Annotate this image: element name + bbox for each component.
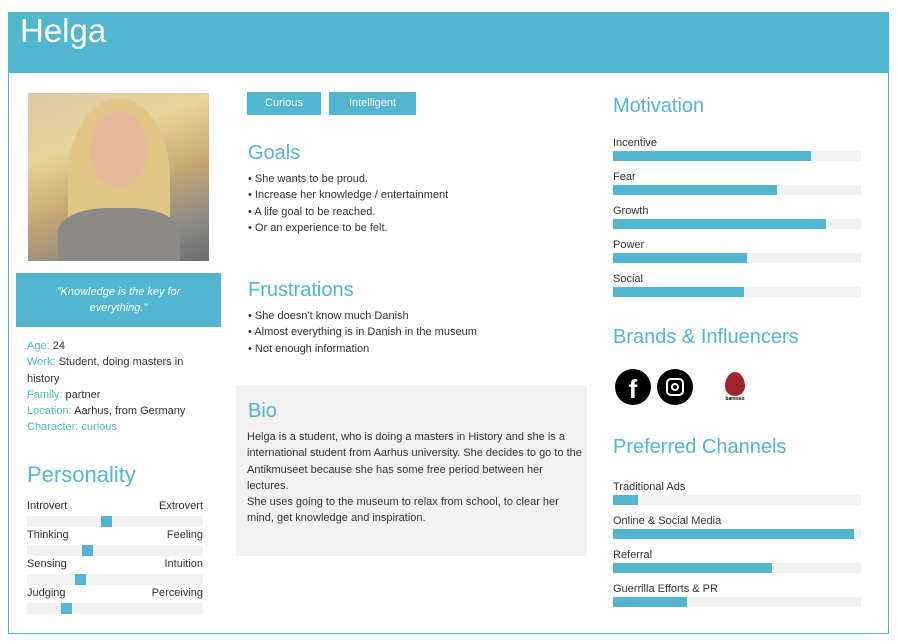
- goals-title: Goals: [248, 142, 301, 164]
- motivation-bar: Incentive: [613, 137, 861, 161]
- bar-fill: [613, 185, 777, 195]
- bar-track: [613, 597, 861, 607]
- facebook-icon: f: [615, 369, 651, 405]
- fact-character: Character: curious: [27, 421, 117, 434]
- frustration-item: Almost everything is in Danish in the mu…: [248, 324, 477, 340]
- frustration-item: Not enough information: [248, 341, 477, 357]
- channels-bar: Referral: [613, 549, 861, 573]
- instagram-icon: [657, 369, 693, 405]
- bar-fill: [613, 563, 772, 573]
- bar-track: [613, 253, 861, 263]
- bar-fill: [613, 495, 638, 505]
- goals-list: She wants to be proud. Increase her know…: [248, 171, 448, 236]
- tag-intelligent: Intelligent: [329, 92, 416, 115]
- persona-quote: "Knowledge is the key for everything.": [16, 273, 221, 327]
- bar-label: Referral: [613, 549, 653, 561]
- bar-track: [613, 185, 861, 195]
- trait-left-label: Thinking: [27, 529, 69, 541]
- motivation-bar: Fear: [613, 171, 861, 195]
- fact-work: Work: Student, doing masters in history: [27, 356, 184, 385]
- trait-marker: [60, 603, 72, 614]
- motivation-bar: Growth: [613, 205, 861, 229]
- trait-left-label: Judging: [27, 587, 66, 599]
- trait-left-label: Introvert: [27, 500, 68, 512]
- trait-marker: [101, 516, 113, 527]
- trait-marker: [81, 545, 93, 556]
- bar-fill: [613, 529, 854, 539]
- baresso-logo: baresso: [718, 372, 752, 410]
- bar-label: Traditional Ads: [613, 481, 686, 493]
- frustration-item: She doesn't know much Danish: [248, 308, 477, 324]
- trait-track: [27, 603, 203, 614]
- trait-right-label: Extrovert: [158, 500, 203, 512]
- bar-label: Incentive: [613, 137, 658, 149]
- bar-fill: [613, 597, 688, 607]
- bar-track: [613, 563, 861, 573]
- goal-item: Or an experience to be felt.: [248, 220, 448, 236]
- fact-location: Location: Aarhus, from Germany: [27, 405, 186, 418]
- bar-label: Power: [613, 239, 645, 251]
- bio-paragraph: Helga is a student, who is doing a maste…: [247, 431, 582, 492]
- channels-bar: Traditional Ads: [613, 481, 861, 505]
- goal-item: Increase her knowledge / entertainment: [248, 187, 448, 203]
- personality-title: Personality: [27, 462, 136, 487]
- goal-item: She wants to be proud.: [248, 171, 448, 187]
- tag-curious: Curious: [247, 92, 321, 115]
- trait-right-label: Feeling: [166, 529, 203, 541]
- bar-fill: [613, 219, 827, 229]
- motivation-bar: Power: [613, 239, 861, 263]
- trait-marker: [74, 574, 86, 585]
- trait-track: [27, 516, 203, 527]
- fact-age: Age: 24: [27, 340, 65, 352]
- bar-fill: [613, 151, 812, 161]
- bar-track: [613, 287, 861, 297]
- bio-title: Bio: [248, 400, 277, 422]
- persona-photo: [28, 93, 209, 261]
- bar-label: Online & Social Media: [613, 515, 722, 527]
- bar-label: Guerrilla Efforts & PR: [613, 583, 718, 595]
- trait-right-label: Intuition: [164, 558, 203, 570]
- bio-text: Helga is a student, who is doing a maste…: [247, 429, 582, 527]
- trait-track: [27, 574, 203, 585]
- frustrations-title: Frustrations: [248, 279, 354, 301]
- trait-left-label: Sensing: [27, 558, 67, 570]
- bar-track: [613, 529, 861, 539]
- goal-item: A life goal to be reached.: [248, 204, 448, 220]
- frustrations-list: She doesn't know much Danish Almost ever…: [248, 308, 477, 357]
- motivation-title: Motivation: [613, 95, 705, 117]
- bar-fill: [613, 287, 745, 297]
- channels-title: Preferred Channels: [613, 436, 787, 458]
- persona-facts: Age: 24 Work: Student, doing masters in …: [27, 338, 207, 436]
- bar-label: Fear: [613, 171, 636, 183]
- trait-right-label: Perceiving: [151, 587, 203, 599]
- persona-name: Helga: [20, 12, 107, 49]
- trait-track: [27, 545, 203, 556]
- channels-bar: Online & Social Media: [613, 515, 861, 539]
- bio-paragraph: She uses going to the museum to relax fr…: [247, 496, 559, 525]
- brands-title: Brands & Influencers: [613, 326, 799, 348]
- channels-bar: Guerrilla Efforts & PR: [613, 583, 861, 607]
- bar-track: [613, 151, 861, 161]
- bar-track: [613, 495, 861, 505]
- bar-track: [613, 219, 861, 229]
- fact-family: Family: partner: [27, 388, 101, 401]
- header-bar: [8, 12, 889, 73]
- bar-label: Growth: [613, 205, 649, 217]
- motivation-bar: Social: [613, 273, 861, 297]
- bar-label: Social: [613, 273, 643, 285]
- bar-fill: [613, 253, 747, 263]
